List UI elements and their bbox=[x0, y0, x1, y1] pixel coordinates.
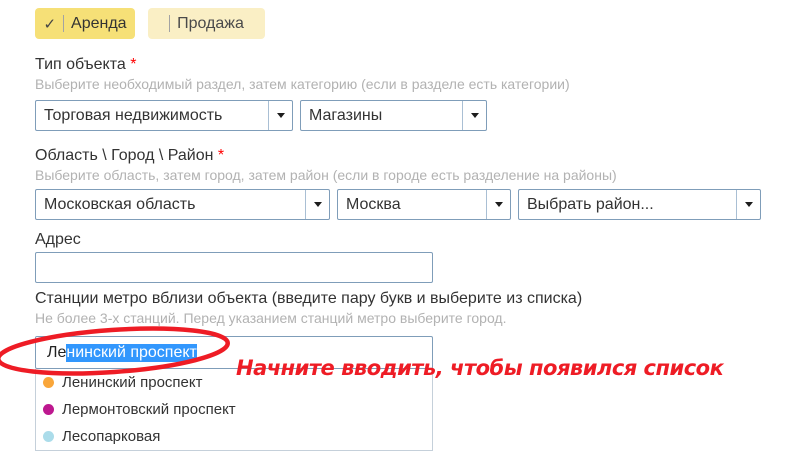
section-select[interactable]: Торговая недвижимость bbox=[35, 100, 293, 131]
city-select-value: Москва bbox=[346, 196, 401, 214]
metro-suggestion-list: Ленинский проспект Лермонтовский проспек… bbox=[35, 369, 433, 451]
city-select[interactable]: Москва bbox=[337, 189, 511, 220]
location-label: Область \ Город \ Район * bbox=[35, 147, 788, 165]
object-type-row: Торговая недвижимость Магазины bbox=[35, 100, 788, 131]
tab-divider bbox=[169, 15, 170, 32]
metro-line-dot-icon bbox=[43, 431, 54, 442]
checkmark-icon: ✓ bbox=[43, 15, 56, 33]
location-hint: Выберите область, затем город, затем рай… bbox=[35, 167, 788, 184]
district-select[interactable]: Выбрать район... bbox=[518, 189, 761, 220]
metro-input[interactable]: Ленинский проспект bbox=[35, 336, 433, 369]
chevron-down-icon bbox=[736, 190, 760, 219]
metro-input-text: Ле bbox=[47, 344, 66, 362]
location-section: Область \ Город \ Район * Выберите облас… bbox=[35, 147, 788, 220]
tab-divider bbox=[63, 15, 64, 32]
metro-line-dot-icon bbox=[43, 377, 54, 388]
chevron-down-icon bbox=[462, 101, 486, 130]
listing-form: ✓ Аренда Продажа Тип объекта * Выберите … bbox=[0, 0, 788, 451]
required-asterisk: * bbox=[218, 147, 224, 164]
tab-arenda-label: Аренда bbox=[71, 15, 127, 33]
metro-label: Станции метро вблизи объекта (введите па… bbox=[35, 290, 788, 308]
category-select-value: Магазины bbox=[309, 107, 382, 125]
object-type-label-text: Тип объекта bbox=[35, 56, 126, 73]
suggestion-label: Лесопарковая bbox=[62, 428, 160, 445]
metro-input-selected-text: нинский проспект bbox=[66, 344, 196, 362]
tab-prodazha-label: Продажа bbox=[177, 15, 244, 33]
metro-hint: Не более 3-х станций. Перед указанием ст… bbox=[35, 310, 788, 327]
category-select[interactable]: Магазины bbox=[300, 100, 487, 131]
region-select[interactable]: Московская область bbox=[35, 189, 330, 220]
suggestion-label: Лермонтовский проспект bbox=[62, 401, 236, 418]
metro-section: Станции метро вблизи объекта (введите па… bbox=[35, 290, 788, 451]
deal-type-tabs: ✓ Аренда Продажа bbox=[35, 8, 788, 39]
object-type-section: Тип объекта * Выберите необходимый разде… bbox=[35, 56, 788, 131]
list-item[interactable]: Лесопарковая bbox=[36, 423, 432, 450]
chevron-down-icon bbox=[305, 190, 329, 219]
section-select-value: Торговая недвижимость bbox=[44, 107, 222, 125]
list-item[interactable]: Лермонтовский проспект bbox=[36, 396, 432, 423]
location-label-text: Область \ Город \ Район bbox=[35, 147, 213, 164]
required-asterisk: * bbox=[130, 56, 136, 73]
object-type-label: Тип объекта * bbox=[35, 56, 788, 74]
tab-arenda[interactable]: ✓ Аренда bbox=[35, 8, 135, 39]
object-type-hint: Выберите необходимый раздел, затем катег… bbox=[35, 76, 788, 93]
address-section: Адрес bbox=[35, 231, 788, 283]
suggestion-label: Ленинский проспект bbox=[62, 374, 203, 391]
address-input[interactable] bbox=[35, 252, 433, 283]
metro-line-dot-icon bbox=[43, 404, 54, 415]
list-item[interactable]: Ленинский проспект bbox=[36, 369, 432, 396]
chevron-down-icon bbox=[486, 190, 510, 219]
chevron-down-icon bbox=[268, 101, 292, 130]
tab-prodazha[interactable]: Продажа bbox=[148, 8, 265, 39]
region-select-value: Московская область bbox=[44, 196, 195, 214]
address-label: Адрес bbox=[35, 231, 788, 249]
location-row: Московская область Москва Выбрать район.… bbox=[35, 189, 788, 220]
district-select-value: Выбрать район... bbox=[527, 196, 654, 214]
